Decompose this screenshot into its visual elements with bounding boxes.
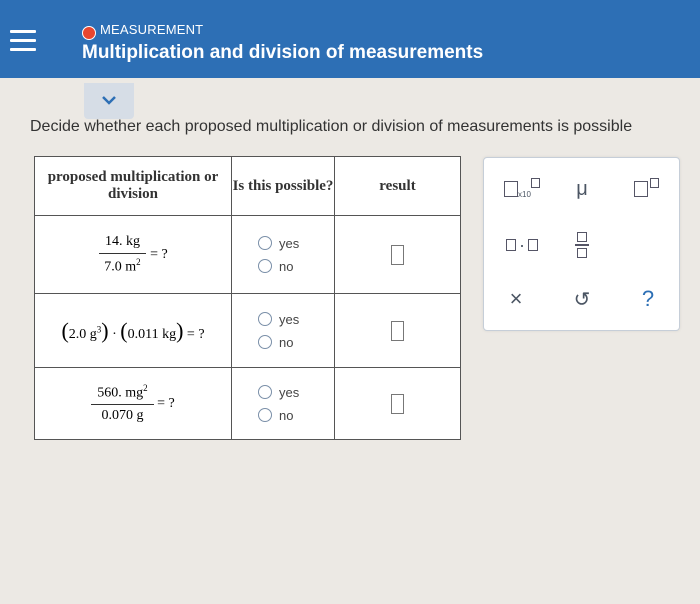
menu-icon[interactable] [10,30,36,54]
header-result: result [334,156,461,216]
possible-cell: yes no [231,215,335,294]
radio-circle-icon [258,312,272,326]
radio-yes[interactable]: yes [258,312,334,327]
clear-button[interactable]: × [496,284,536,314]
micro-button[interactable]: μ [562,174,602,204]
numerator: 14. kg [98,234,146,254]
table-row: (2.0 g3) · (0.011 kg) = ? yes no [34,293,461,368]
fraction: 560. mg2 0.070 g [91,383,154,425]
box-icon [577,232,587,243]
possible-cell: yes no [231,367,335,440]
equals-question: = ? [157,395,175,411]
exponent-box-icon [530,178,540,188]
fraction: 14. kg 7.0 m2 [98,234,146,276]
expression-cell: (2.0 g3) · (0.011 kg) = ? [34,293,232,368]
expression-cell: 14. kg 7.0 m2 = ? [34,215,232,294]
equals-question: = ? [150,246,168,262]
table-row: 14. kg 7.0 m2 = ? yes no [34,215,461,294]
radio-circle-icon [258,259,272,273]
result-input[interactable] [391,393,404,414]
factor-b: 0.011 kg [127,326,177,342]
box-icon [577,247,587,258]
radio-no[interactable]: no [258,259,334,274]
result-cell [334,367,461,440]
page-title: Multiplication and division of measureme… [82,42,484,63]
result-cell [334,215,461,294]
undo-icon[interactable]: ↺ [562,284,602,314]
header-possible: Is this possible? [231,156,335,216]
denominator: 0.070 g [101,408,144,424]
question-prompt: Decide whether each proposed multiplicat… [30,118,633,135]
radio-yes[interactable]: yes [258,236,334,251]
times-ten-button[interactable]: x10 [502,174,542,204]
radio-no[interactable]: no [258,335,334,350]
result-input[interactable] [391,244,404,265]
result-input[interactable] [391,320,404,341]
category-status-dot [82,26,96,40]
math-tools-palette: x10 μ · × ↺ ? [483,157,680,331]
radio-circle-icon [258,385,272,399]
multiply-dot-button[interactable]: · [502,230,542,260]
box-icon [633,181,648,197]
exponent-box-icon [649,178,659,188]
box-icon [506,239,516,251]
collapse-toggle[interactable] [84,83,134,119]
top-bar: MEASUREMENT Multiplication and division … [0,0,700,78]
header-proposed: proposed multiplication or division [34,156,232,216]
table-row: 560. mg2 0.070 g = ? yes no [34,367,461,440]
fraction-button[interactable] [562,230,602,260]
numerator: 560. mg2 [91,383,154,406]
factor-a: 2.0 g [68,326,97,342]
result-cell [334,293,461,368]
chevron-down-icon [102,96,116,105]
denominator: 7.0 m2 [104,256,141,275]
expression-cell: 560. mg2 0.070 g = ? [34,367,232,440]
box-icon [504,181,519,197]
superscript-button[interactable] [626,174,666,204]
radio-circle-icon [258,335,272,349]
measurements-table: proposed multiplication or division Is t… [34,156,461,440]
help-button[interactable]: ? [628,284,668,314]
radio-circle-icon [258,408,272,422]
equals-question: = ? [186,326,205,342]
radio-circle-icon [258,236,272,250]
box-icon [528,239,538,251]
radio-yes[interactable]: yes [258,385,334,400]
possible-cell: yes no [231,293,335,368]
radio-no[interactable]: no [258,408,334,423]
category-label: MEASUREMENT [100,22,204,37]
